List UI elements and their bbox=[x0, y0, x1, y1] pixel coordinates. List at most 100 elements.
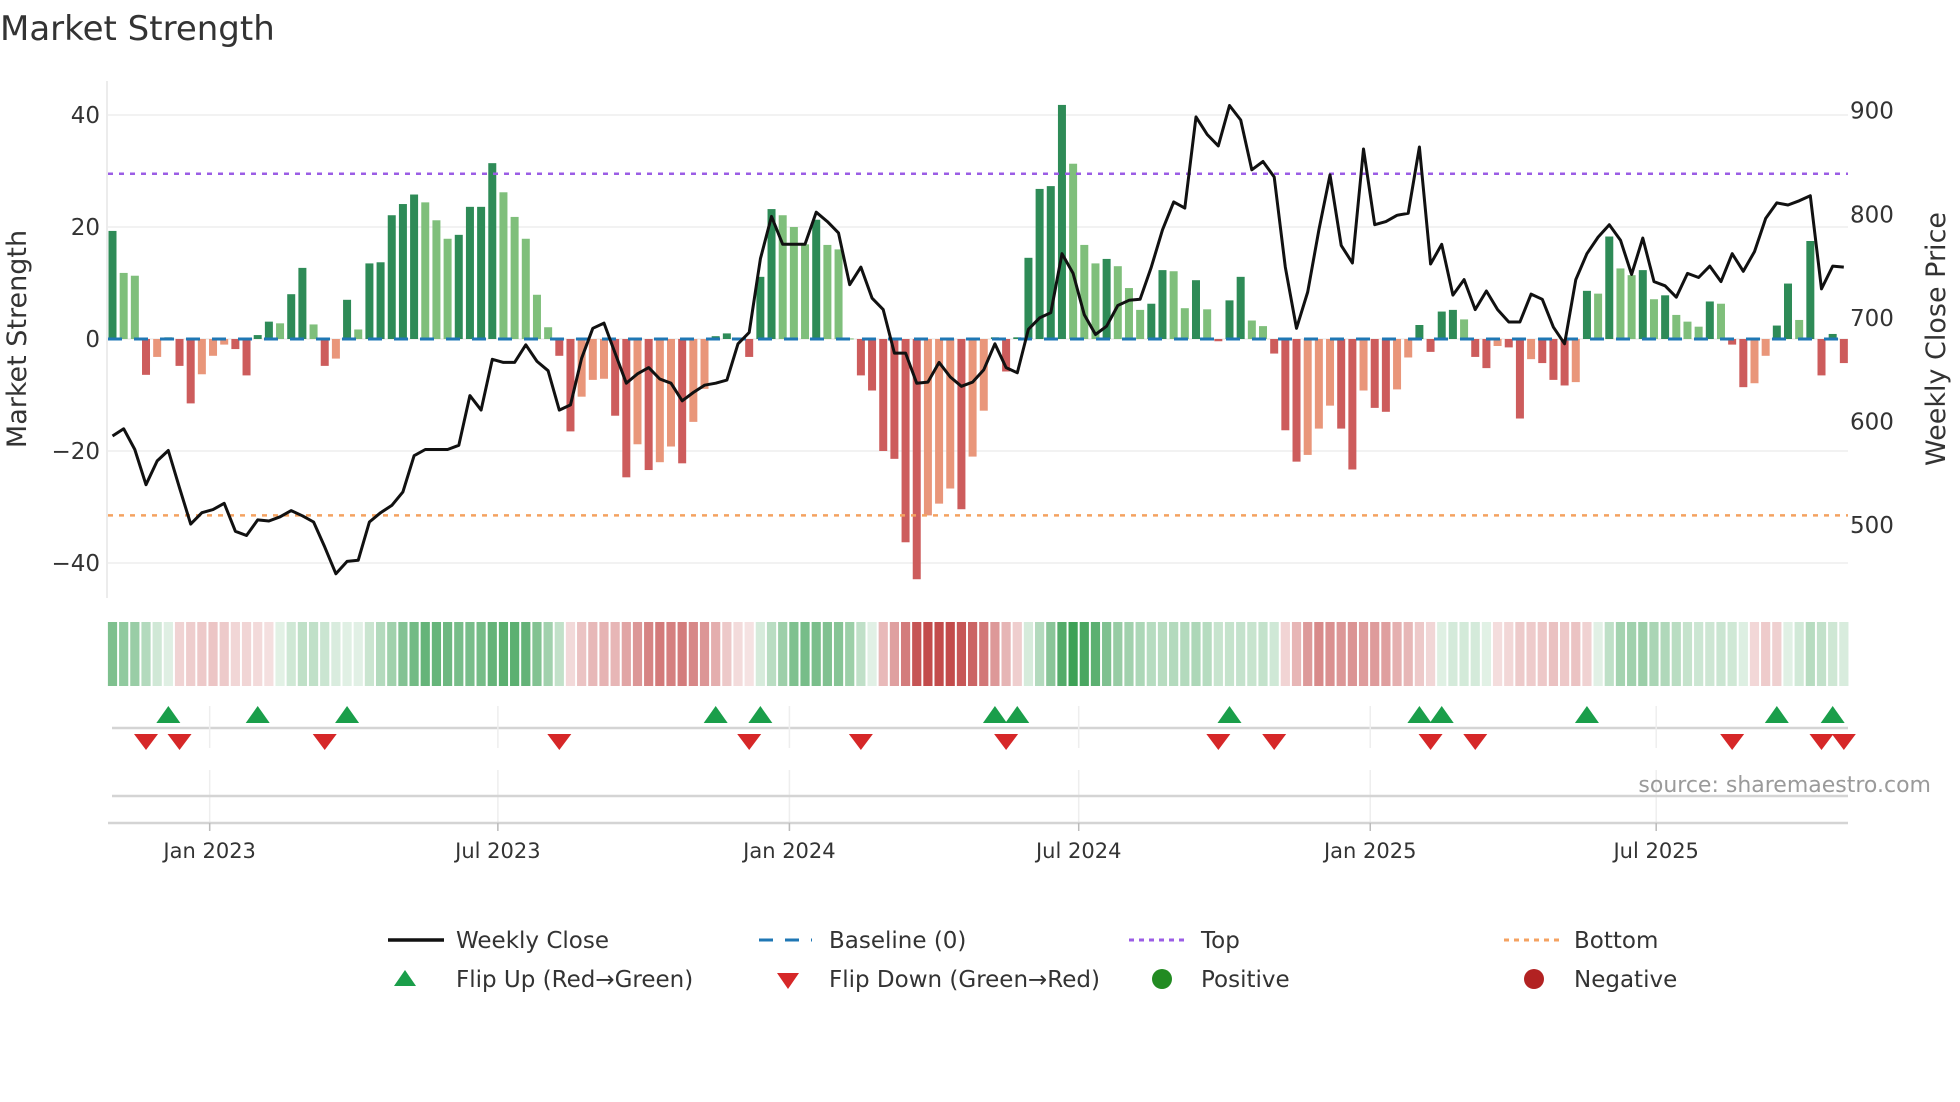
heat-cell bbox=[1492, 622, 1503, 686]
heat-cell bbox=[1124, 622, 1134, 686]
strength-bar bbox=[186, 339, 195, 404]
strength-bar bbox=[1270, 339, 1279, 354]
strength-bar bbox=[1337, 339, 1346, 429]
strength-bar bbox=[1281, 339, 1290, 431]
heat-cell bbox=[141, 622, 151, 686]
strength-bar bbox=[1046, 186, 1055, 339]
strength-bar bbox=[1705, 301, 1714, 339]
heat-cell bbox=[599, 622, 609, 686]
legend-item-top[interactable]: Top bbox=[1129, 928, 1240, 954]
flip-up-marker bbox=[748, 706, 773, 723]
legend-item-negative[interactable]: Negative bbox=[1524, 967, 1677, 993]
strength-bar bbox=[1527, 339, 1536, 360]
right-axis-label: Weekly Close Price bbox=[1921, 212, 1952, 466]
strength-bar bbox=[834, 249, 843, 339]
strength-bar bbox=[1582, 290, 1591, 339]
strength-bar bbox=[1605, 236, 1614, 339]
heat-cell bbox=[1381, 622, 1391, 686]
legend-item-bottom[interactable]: Bottom bbox=[1504, 928, 1658, 954]
right-tick-label: 700 bbox=[1850, 306, 1894, 332]
source-credit: source: sharemaestro.com bbox=[1638, 773, 1931, 798]
heat-cell bbox=[1269, 622, 1279, 686]
heat-cell bbox=[1258, 622, 1268, 686]
triangle-down-icon bbox=[777, 973, 799, 989]
heat-cell bbox=[1649, 622, 1659, 686]
flip-markers-panel bbox=[112, 706, 1856, 750]
heat-cell bbox=[532, 622, 542, 686]
heat-cell bbox=[1291, 622, 1302, 686]
heat-cell bbox=[1358, 622, 1369, 686]
strength-bar bbox=[1404, 339, 1413, 358]
strength-bar bbox=[1661, 295, 1670, 339]
heat-cell bbox=[1548, 622, 1559, 686]
strength-bar bbox=[197, 339, 206, 375]
strength-bar bbox=[801, 244, 810, 339]
strength-bar bbox=[331, 339, 340, 359]
heat-cell bbox=[264, 622, 274, 686]
heat-cell bbox=[1738, 622, 1748, 686]
right-tick-label: 600 bbox=[1850, 410, 1894, 436]
flip-up-marker bbox=[1407, 706, 1432, 723]
heat-cell bbox=[1202, 622, 1212, 686]
heat-cell bbox=[744, 622, 754, 686]
heat-cell bbox=[107, 622, 118, 686]
strength-bar bbox=[1359, 339, 1368, 391]
heat-cell bbox=[487, 622, 497, 686]
strength-bar bbox=[1638, 270, 1647, 339]
strength-bar bbox=[1515, 339, 1524, 419]
strength-bar bbox=[1225, 300, 1234, 339]
strength-bar bbox=[812, 219, 821, 339]
heat-cell bbox=[286, 622, 296, 686]
heat-cell bbox=[1526, 622, 1536, 686]
legend-item-flip-down[interactable]: Flip Down (Green→Red) bbox=[777, 967, 1100, 993]
strength-bar bbox=[1504, 339, 1513, 348]
right-tick-label: 500 bbox=[1850, 513, 1894, 539]
heat-cell bbox=[1224, 622, 1235, 686]
flip-down-marker bbox=[1463, 734, 1488, 750]
strength-bar bbox=[398, 204, 407, 339]
strength-bar bbox=[1672, 314, 1681, 339]
heat-cell bbox=[1336, 622, 1346, 686]
heat-cell bbox=[588, 622, 598, 686]
strength-bar bbox=[655, 339, 664, 463]
heat-cell bbox=[1627, 622, 1637, 686]
heat-cell bbox=[956, 622, 967, 686]
heat-cell bbox=[543, 622, 553, 686]
heat-cell bbox=[219, 622, 229, 686]
heat-cell bbox=[1191, 622, 1201, 686]
heat-cell bbox=[1023, 622, 1034, 686]
legend-item-baseline[interactable]: Baseline (0) bbox=[759, 928, 966, 954]
strength-bar bbox=[1136, 309, 1145, 339]
right-axis-ticks: 900 800 700 600 500 bbox=[1850, 99, 1894, 539]
strength-bar bbox=[1415, 325, 1424, 339]
strength-bar bbox=[566, 339, 575, 432]
flip-down-marker bbox=[737, 734, 762, 750]
strength-bar bbox=[1124, 288, 1133, 339]
strength-bar bbox=[387, 215, 396, 339]
heat-cell bbox=[1582, 622, 1592, 686]
strength-bar bbox=[264, 321, 273, 339]
heat-cell bbox=[867, 622, 877, 686]
legend-item-weekly-close[interactable]: Weekly Close bbox=[388, 928, 609, 954]
legend: Weekly Close Baseline (0) Top Bottom Fli… bbox=[388, 928, 1677, 993]
heat-cell bbox=[308, 622, 319, 686]
legend-item-flip-up[interactable]: Flip Up (Red→Green) bbox=[394, 967, 693, 993]
heat-cell bbox=[431, 622, 442, 686]
heat-cell bbox=[1146, 622, 1156, 686]
legend-label: Negative bbox=[1574, 967, 1677, 993]
strength-bar bbox=[879, 339, 888, 451]
strength-bar bbox=[108, 230, 117, 339]
heat-cell bbox=[1001, 622, 1011, 686]
legend-item-positive[interactable]: Positive bbox=[1152, 967, 1290, 993]
heat-cell bbox=[1057, 622, 1067, 686]
heat-cell bbox=[554, 622, 564, 686]
flip-down-marker bbox=[1809, 734, 1834, 750]
legend-label: Flip Up (Red→Green) bbox=[456, 967, 693, 993]
date-tick-label: Jan 2023 bbox=[161, 839, 256, 863]
right-tick-label: 900 bbox=[1850, 99, 1894, 125]
strength-bar bbox=[175, 339, 184, 366]
heat-cell bbox=[677, 622, 687, 686]
heat-cell bbox=[789, 622, 799, 686]
strength-bar bbox=[1057, 104, 1066, 339]
strength-bar bbox=[1806, 241, 1815, 339]
